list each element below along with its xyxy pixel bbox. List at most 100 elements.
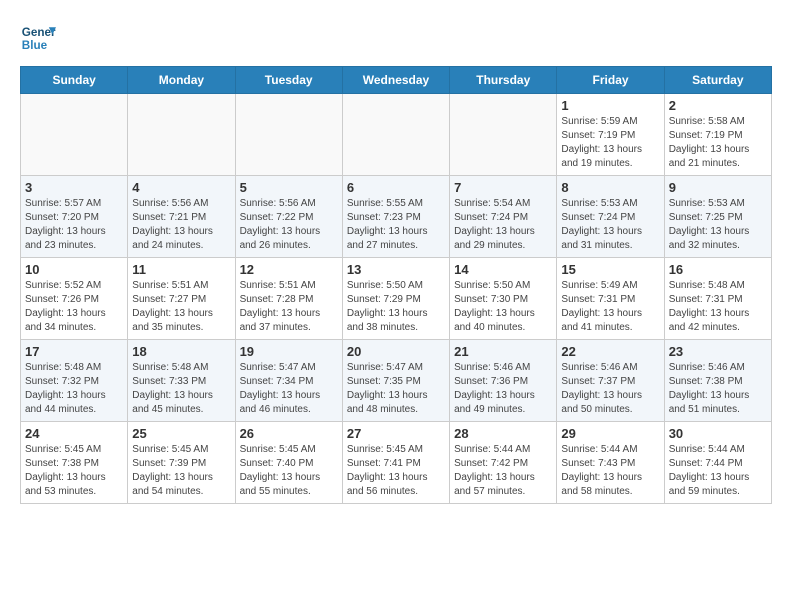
calendar-header-row: SundayMondayTuesdayWednesdayThursdayFrid… [21,67,772,94]
day-number: 11 [132,262,230,277]
cell-info: Sunrise: 5:56 AM Sunset: 7:22 PM Dayligh… [240,197,338,253]
calendar-body: 1 Sunrise: 5:59 AM Sunset: 7:19 PM Daylig… [21,94,772,504]
calendar-cell [21,94,128,176]
calendar-cell: 24 Sunrise: 5:45 AM Sunset: 7:38 PM Dayli… [21,422,128,504]
cell-info: Sunrise: 5:48 AM Sunset: 7:32 PM Dayligh… [25,361,123,417]
day-of-week-header: Saturday [664,67,771,94]
calendar-cell: 3 Sunrise: 5:57 AM Sunset: 7:20 PM Daylig… [21,176,128,258]
day-of-week-header: Friday [557,67,664,94]
cell-info: Sunrise: 5:47 AM Sunset: 7:34 PM Dayligh… [240,361,338,417]
cell-info: Sunrise: 5:53 AM Sunset: 7:25 PM Dayligh… [669,197,767,253]
calendar-cell: 12Sunrise: 5:51 AM Sunset: 7:28 PM Dayli… [235,258,342,340]
cell-info: Sunrise: 5:51 AM Sunset: 7:27 PM Dayligh… [132,279,230,335]
calendar-cell: 30 Sunrise: 5:44 AM Sunset: 7:44 PM Dayli… [664,422,771,504]
calendar-week-row: 1 Sunrise: 5:59 AM Sunset: 7:19 PM Daylig… [21,94,772,176]
calendar-cell: 20 Sunrise: 5:47 AM Sunset: 7:35 PM Dayli… [342,340,449,422]
calendar-cell: 8 Sunrise: 5:53 AM Sunset: 7:24 PM Daylig… [557,176,664,258]
calendar-cell: 26 Sunrise: 5:45 AM Sunset: 7:40 PM Dayli… [235,422,342,504]
day-number: 24 [25,426,123,441]
calendar-cell: 17 Sunrise: 5:48 AM Sunset: 7:32 PM Dayli… [21,340,128,422]
calendar-cell: 6 Sunrise: 5:55 AM Sunset: 7:23 PM Daylig… [342,176,449,258]
calendar-cell: 23 Sunrise: 5:46 AM Sunset: 7:38 PM Dayli… [664,340,771,422]
cell-info: Sunrise: 5:52 AM Sunset: 7:26 PM Dayligh… [25,279,123,335]
day-number: 30 [669,426,767,441]
calendar-cell [128,94,235,176]
calendar-cell: 18Sunrise: 5:48 AM Sunset: 7:33 PM Dayli… [128,340,235,422]
calendar-week-row: 10 Sunrise: 5:52 AM Sunset: 7:26 PM Dayli… [21,258,772,340]
day-number: 27 [347,426,445,441]
calendar-cell: 19Sunrise: 5:47 AM Sunset: 7:34 PM Dayli… [235,340,342,422]
cell-info: Sunrise: 5:54 AM Sunset: 7:24 PM Dayligh… [454,197,552,253]
calendar-week-row: 3 Sunrise: 5:57 AM Sunset: 7:20 PM Daylig… [21,176,772,258]
day-number: 5 [240,180,338,195]
logo: General Blue [20,20,56,56]
cell-info: Sunrise: 5:49 AM Sunset: 7:31 PM Dayligh… [561,279,659,335]
day-number: 26 [240,426,338,441]
calendar-cell: 16 Sunrise: 5:48 AM Sunset: 7:31 PM Dayli… [664,258,771,340]
svg-text:Blue: Blue [22,39,48,52]
cell-info: Sunrise: 5:44 AM Sunset: 7:44 PM Dayligh… [669,443,767,499]
day-of-week-header: Wednesday [342,67,449,94]
cell-info: Sunrise: 5:59 AM Sunset: 7:19 PM Dayligh… [561,115,659,171]
cell-info: Sunrise: 5:45 AM Sunset: 7:41 PM Dayligh… [347,443,445,499]
cell-info: Sunrise: 5:48 AM Sunset: 7:33 PM Dayligh… [132,361,230,417]
calendar-cell: 21 Sunrise: 5:46 AM Sunset: 7:36 PM Dayli… [450,340,557,422]
day-number: 14 [454,262,552,277]
day-number: 10 [25,262,123,277]
day-number: 1 [561,98,659,113]
cell-info: Sunrise: 5:45 AM Sunset: 7:40 PM Dayligh… [240,443,338,499]
calendar-cell: 9 Sunrise: 5:53 AM Sunset: 7:25 PM Daylig… [664,176,771,258]
calendar-cell: 11 Sunrise: 5:51 AM Sunset: 7:27 PM Dayli… [128,258,235,340]
cell-info: Sunrise: 5:58 AM Sunset: 7:19 PM Dayligh… [669,115,767,171]
cell-info: Sunrise: 5:50 AM Sunset: 7:30 PM Dayligh… [454,279,552,335]
calendar-cell: 2 Sunrise: 5:58 AM Sunset: 7:19 PM Daylig… [664,94,771,176]
day-number: 6 [347,180,445,195]
calendar-week-row: 17 Sunrise: 5:48 AM Sunset: 7:32 PM Dayli… [21,340,772,422]
day-number: 28 [454,426,552,441]
calendar-cell: 15Sunrise: 5:49 AM Sunset: 7:31 PM Dayli… [557,258,664,340]
cell-info: Sunrise: 5:55 AM Sunset: 7:23 PM Dayligh… [347,197,445,253]
logo-icon: General Blue [20,20,56,56]
day-number: 17 [25,344,123,359]
cell-info: Sunrise: 5:47 AM Sunset: 7:35 PM Dayligh… [347,361,445,417]
day-number: 3 [25,180,123,195]
cell-info: Sunrise: 5:48 AM Sunset: 7:31 PM Dayligh… [669,279,767,335]
calendar-cell: 29Sunrise: 5:44 AM Sunset: 7:43 PM Dayli… [557,422,664,504]
cell-info: Sunrise: 5:45 AM Sunset: 7:39 PM Dayligh… [132,443,230,499]
day-of-week-header: Thursday [450,67,557,94]
calendar-cell: 28 Sunrise: 5:44 AM Sunset: 7:42 PM Dayli… [450,422,557,504]
day-number: 20 [347,344,445,359]
day-number: 8 [561,180,659,195]
day-of-week-header: Tuesday [235,67,342,94]
calendar-cell: 14 Sunrise: 5:50 AM Sunset: 7:30 PM Dayli… [450,258,557,340]
page-header: General Blue [20,20,772,56]
day-number: 2 [669,98,767,113]
day-number: 22 [561,344,659,359]
calendar-cell: 1 Sunrise: 5:59 AM Sunset: 7:19 PM Daylig… [557,94,664,176]
cell-info: Sunrise: 5:46 AM Sunset: 7:36 PM Dayligh… [454,361,552,417]
day-number: 21 [454,344,552,359]
calendar-cell [235,94,342,176]
day-number: 9 [669,180,767,195]
cell-info: Sunrise: 5:46 AM Sunset: 7:38 PM Dayligh… [669,361,767,417]
calendar-cell: 5 Sunrise: 5:56 AM Sunset: 7:22 PM Daylig… [235,176,342,258]
calendar-cell: 13Sunrise: 5:50 AM Sunset: 7:29 PM Dayli… [342,258,449,340]
day-number: 7 [454,180,552,195]
day-number: 4 [132,180,230,195]
cell-info: Sunrise: 5:53 AM Sunset: 7:24 PM Dayligh… [561,197,659,253]
cell-info: Sunrise: 5:57 AM Sunset: 7:20 PM Dayligh… [25,197,123,253]
cell-info: Sunrise: 5:46 AM Sunset: 7:37 PM Dayligh… [561,361,659,417]
day-number: 16 [669,262,767,277]
cell-info: Sunrise: 5:56 AM Sunset: 7:21 PM Dayligh… [132,197,230,253]
cell-info: Sunrise: 5:51 AM Sunset: 7:28 PM Dayligh… [240,279,338,335]
calendar-cell: 7 Sunrise: 5:54 AM Sunset: 7:24 PM Daylig… [450,176,557,258]
cell-info: Sunrise: 5:45 AM Sunset: 7:38 PM Dayligh… [25,443,123,499]
day-number: 13 [347,262,445,277]
calendar-cell [342,94,449,176]
calendar-cell: 22 Sunrise: 5:46 AM Sunset: 7:37 PM Dayli… [557,340,664,422]
calendar-cell: 10 Sunrise: 5:52 AM Sunset: 7:26 PM Dayli… [21,258,128,340]
day-number: 23 [669,344,767,359]
calendar-cell: 25Sunrise: 5:45 AM Sunset: 7:39 PM Dayli… [128,422,235,504]
cell-info: Sunrise: 5:44 AM Sunset: 7:42 PM Dayligh… [454,443,552,499]
calendar-cell: 4 Sunrise: 5:56 AM Sunset: 7:21 PM Daylig… [128,176,235,258]
